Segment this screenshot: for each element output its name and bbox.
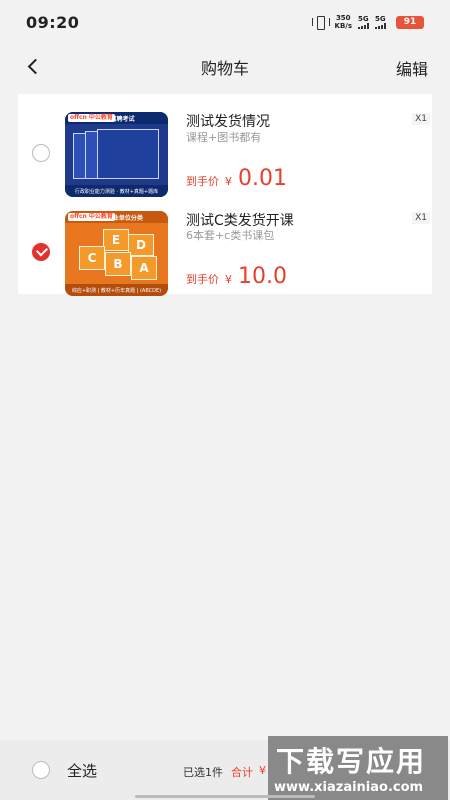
vibrate-icon — [311, 15, 330, 30]
price-value: 10.0 — [238, 264, 287, 289]
status-icons: 350 KB/s 5G 5G 91 — [311, 14, 424, 30]
price-currency: ¥ — [225, 175, 232, 188]
book-stack-image — [73, 127, 160, 182]
net-speed-value: 350 — [335, 14, 351, 22]
net-speed-unit: KB/s — [334, 22, 352, 30]
signal-5g-2: 5G — [375, 15, 386, 29]
price-value: 0.01 — [238, 166, 287, 191]
signal-label: 5G — [358, 15, 369, 23]
item-checkbox-checked[interactable] — [32, 243, 50, 261]
price-currency: ¥ — [225, 273, 232, 286]
signal-bars-icon — [375, 23, 386, 29]
watermark-url: www.xiazainiao.com — [274, 780, 424, 795]
item-quantity: X1 — [412, 212, 430, 224]
price-label: 到手价 — [186, 273, 219, 286]
watermark-text: 下载写应用 — [276, 745, 427, 778]
signal-5g-1: 5G — [358, 15, 369, 29]
product-thumbnail[interactable]: 辅警招聘考试 offcn 中公教育 行政职业能力测验 · 教材+真题+题库 — [65, 112, 168, 197]
status-time: 09:20 — [26, 12, 80, 32]
select-all-label[interactable]: 全选 — [67, 760, 97, 781]
product-thumbnail[interactable]: 2025事业单位分类 offcn 中公教育 E D C B A 综应+职测 | … — [65, 211, 168, 296]
watermark: 下载写应用 www.xiazainiao.com — [268, 736, 448, 800]
edit-button[interactable]: 编辑 — [396, 56, 428, 80]
battery-icon: 91 — [396, 15, 424, 29]
cart-item: 2025事业单位分类 offcn 中公教育 E D C B A 综应+职测 | … — [18, 194, 432, 296]
signal-label: 5G — [375, 15, 386, 23]
home-indicator — [135, 795, 315, 798]
offcn-logo: offcn 中公教育 — [68, 114, 115, 122]
page-title: 购物车 — [200, 59, 249, 78]
total-currency: ¥ — [259, 764, 266, 777]
price-row: 到手价 ¥ 10.0 — [186, 264, 287, 289]
item-subtitle: 课程+图书都有 — [186, 131, 262, 144]
item-title[interactable]: 测试发货情况 — [186, 111, 270, 131]
total-label: 合计 — [231, 766, 253, 779]
cart-item: 辅警招聘考试 offcn 中公教育 行政职业能力测验 · 教材+真题+题库 测试… — [18, 94, 432, 197]
item-subtitle: 6本套+c类书课包 — [186, 229, 275, 242]
price-label: 到手价 — [186, 175, 219, 188]
item-checkbox[interactable] — [32, 144, 50, 162]
select-all-checkbox[interactable] — [32, 761, 50, 779]
net-speed: 350 KB/s — [335, 14, 352, 30]
nav-bar: 购物车 编辑 — [0, 44, 450, 90]
book-stack-image: E D C B A — [73, 226, 160, 281]
thumb-footer: 综应+职测 | 教材+历年真题 | (ABCDE) — [65, 284, 168, 296]
cart-list: 辅警招聘考试 offcn 中公教育 行政职业能力测验 · 教材+真题+题库 测试… — [18, 94, 432, 296]
selected-count: 已选1件 — [183, 766, 223, 779]
back-button[interactable] — [24, 57, 44, 77]
item-quantity: X1 — [412, 113, 430, 125]
signal-bars-icon — [358, 23, 369, 29]
status-bar: 09:20 350 KB/s 5G 5G 91 — [0, 0, 450, 44]
price-row: 到手价 ¥ 0.01 — [186, 166, 287, 191]
offcn-logo: offcn 中公教育 — [68, 213, 115, 221]
